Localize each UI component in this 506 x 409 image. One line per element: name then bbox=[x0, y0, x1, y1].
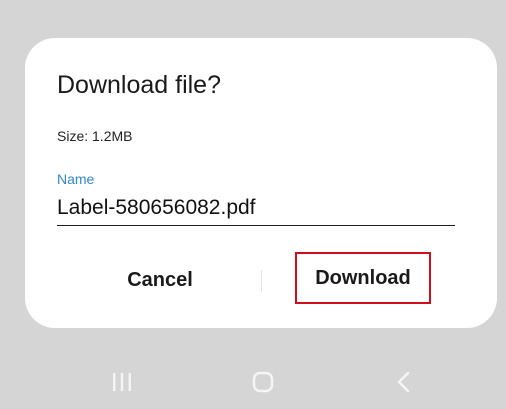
dialog-button-row: Cancel Download bbox=[25, 252, 497, 308]
dialog-title: Download file? bbox=[57, 71, 221, 99]
system-navigation-bar bbox=[0, 354, 506, 409]
home-button[interactable] bbox=[243, 366, 283, 398]
file-size-text: Size: 1.2MB bbox=[57, 128, 133, 144]
back-icon bbox=[397, 371, 410, 393]
download-dialog: Download file? Size: 1.2MB Name Cancel D… bbox=[25, 38, 497, 328]
recents-icon bbox=[113, 373, 131, 391]
cancel-button[interactable]: Cancel bbox=[95, 252, 225, 308]
download-button[interactable]: Download bbox=[295, 252, 431, 304]
name-field-label: Name bbox=[57, 171, 95, 187]
recents-button[interactable] bbox=[102, 366, 142, 398]
file-name-input[interactable] bbox=[57, 190, 455, 226]
back-button[interactable] bbox=[384, 366, 424, 398]
home-icon bbox=[252, 371, 274, 393]
button-divider bbox=[261, 270, 262, 292]
